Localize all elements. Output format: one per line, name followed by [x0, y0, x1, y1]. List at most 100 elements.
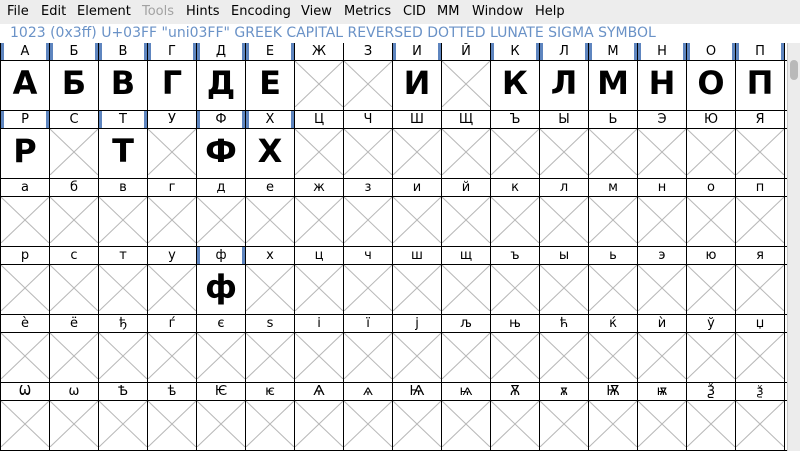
glyph-slot[interactable]: [295, 401, 343, 447]
glyph-slot[interactable]: Б: [50, 61, 98, 107]
glyph-label[interactable]: Л: [540, 43, 588, 60]
glyph-slot[interactable]: [344, 333, 392, 379]
glyph-slot[interactable]: [687, 401, 735, 447]
glyph-slot[interactable]: Г: [148, 61, 196, 107]
glyph-slot[interactable]: [736, 265, 784, 311]
glyph-label[interactable]: Б: [50, 43, 98, 60]
glyph-grid[interactable]: ААББВВГГДДЕЕЖЗИИЙККЛЛММННООПП РРСТТУФФХХЦ…: [0, 43, 787, 451]
glyph-slot[interactable]: [246, 265, 294, 311]
glyph-label[interactable]: Ы: [540, 111, 588, 128]
glyph-slot[interactable]: [491, 129, 539, 175]
glyph-label[interactable]: а: [1, 179, 49, 196]
glyph-label[interactable]: з: [344, 179, 392, 196]
glyph-slot[interactable]: [638, 129, 686, 175]
glyph-slot[interactable]: Н: [638, 61, 686, 107]
glyph-label[interactable]: ю: [687, 247, 735, 264]
glyph-slot[interactable]: [344, 401, 392, 447]
glyph-label[interactable]: т: [99, 247, 147, 264]
glyph-slot[interactable]: [50, 129, 98, 175]
glyph-slot[interactable]: Ф: [197, 129, 245, 175]
glyph-slot[interactable]: [442, 197, 490, 243]
glyph-label[interactable]: ь: [589, 247, 637, 264]
glyph-slot[interactable]: Е: [246, 61, 294, 107]
glyph-slot[interactable]: [638, 333, 686, 379]
glyph-slot[interactable]: [295, 61, 343, 107]
glyph-slot[interactable]: [99, 197, 147, 243]
glyph-slot[interactable]: [99, 333, 147, 379]
glyph-slot[interactable]: [50, 197, 98, 243]
glyph-slot[interactable]: [246, 333, 294, 379]
glyph-slot[interactable]: [1, 265, 49, 311]
glyph-label[interactable]: Ѯ: [687, 383, 735, 400]
glyph-slot[interactable]: [589, 333, 637, 379]
glyph-slot[interactable]: [1, 197, 49, 243]
glyph-slot[interactable]: Х: [246, 129, 294, 175]
glyph-slot[interactable]: [491, 197, 539, 243]
glyph-slot[interactable]: [1, 401, 49, 447]
glyph-label[interactable]: s: [246, 315, 294, 332]
glyph-label[interactable]: Ѥ: [197, 383, 245, 400]
glyph-slot[interactable]: ф: [197, 265, 245, 311]
glyph-label[interactable]: ц: [295, 247, 343, 264]
glyph-slot[interactable]: [687, 265, 735, 311]
glyph-slot[interactable]: [148, 197, 196, 243]
glyph-slot[interactable]: [295, 333, 343, 379]
glyph-label[interactable]: љ: [442, 315, 490, 332]
glyph-slot[interactable]: А: [1, 61, 49, 107]
glyph-slot[interactable]: [736, 333, 784, 379]
glyph-label[interactable]: г: [148, 179, 196, 196]
glyph-label[interactable]: ѧ: [344, 383, 392, 400]
menu-tools[interactable]: Tools: [142, 4, 174, 19]
glyph-label[interactable]: х: [246, 247, 294, 264]
glyph-label[interactable]: Ж: [295, 43, 343, 60]
glyph-label[interactable]: і: [295, 315, 343, 332]
glyph-slot[interactable]: [295, 265, 343, 311]
glyph-slot[interactable]: [540, 129, 588, 175]
glyph-slot[interactable]: [50, 333, 98, 379]
glyph-label[interactable]: Й: [442, 43, 490, 60]
glyph-label[interactable]: є: [197, 315, 245, 332]
glyph-label[interactable]: џ: [736, 315, 784, 332]
glyph-slot[interactable]: [540, 333, 588, 379]
glyph-slot[interactable]: [148, 129, 196, 175]
glyph-label[interactable]: Ъ: [491, 111, 539, 128]
glyph-label[interactable]: д: [197, 179, 245, 196]
glyph-slot[interactable]: [246, 401, 294, 447]
glyph-slot[interactable]: [246, 197, 294, 243]
glyph-slot[interactable]: [344, 129, 392, 175]
glyph-label[interactable]: Т: [99, 111, 147, 128]
glyph-label[interactable]: ѓ: [148, 315, 196, 332]
glyph-label[interactable]: б: [50, 179, 98, 196]
glyph-label[interactable]: Ю: [687, 111, 735, 128]
glyph-slot[interactable]: [540, 265, 588, 311]
glyph-slot[interactable]: Д: [197, 61, 245, 107]
glyph-label[interactable]: к: [491, 179, 539, 196]
glyph-label[interactable]: в: [99, 179, 147, 196]
glyph-slot[interactable]: [687, 129, 735, 175]
glyph-slot[interactable]: [442, 401, 490, 447]
glyph-label[interactable]: ѥ: [246, 383, 294, 400]
glyph-slot[interactable]: [589, 265, 637, 311]
glyph-label[interactable]: ъ: [491, 247, 539, 264]
glyph-slot[interactable]: [197, 333, 245, 379]
glyph-label[interactable]: ѯ: [736, 383, 784, 400]
glyph-slot[interactable]: [638, 401, 686, 447]
glyph-slot[interactable]: [344, 197, 392, 243]
glyph-label[interactable]: ж: [295, 179, 343, 196]
glyph-label[interactable]: Ѡ: [1, 383, 49, 400]
glyph-slot[interactable]: [148, 265, 196, 311]
glyph-label[interactable]: К: [491, 43, 539, 60]
glyph-slot[interactable]: [736, 197, 784, 243]
glyph-slot[interactable]: [540, 401, 588, 447]
glyph-slot[interactable]: К: [491, 61, 539, 107]
glyph-slot[interactable]: [589, 401, 637, 447]
glyph-label[interactable]: Е: [246, 43, 294, 60]
glyph-label[interactable]: и: [393, 179, 441, 196]
glyph-label[interactable]: П: [736, 43, 784, 60]
glyph-label[interactable]: ѫ: [540, 383, 588, 400]
glyph-label[interactable]: Н: [638, 43, 686, 60]
glyph-label[interactable]: м: [589, 179, 637, 196]
glyph-label[interactable]: Ѧ: [295, 383, 343, 400]
glyph-label[interactable]: ў: [687, 315, 735, 332]
glyph-label[interactable]: ш: [393, 247, 441, 264]
